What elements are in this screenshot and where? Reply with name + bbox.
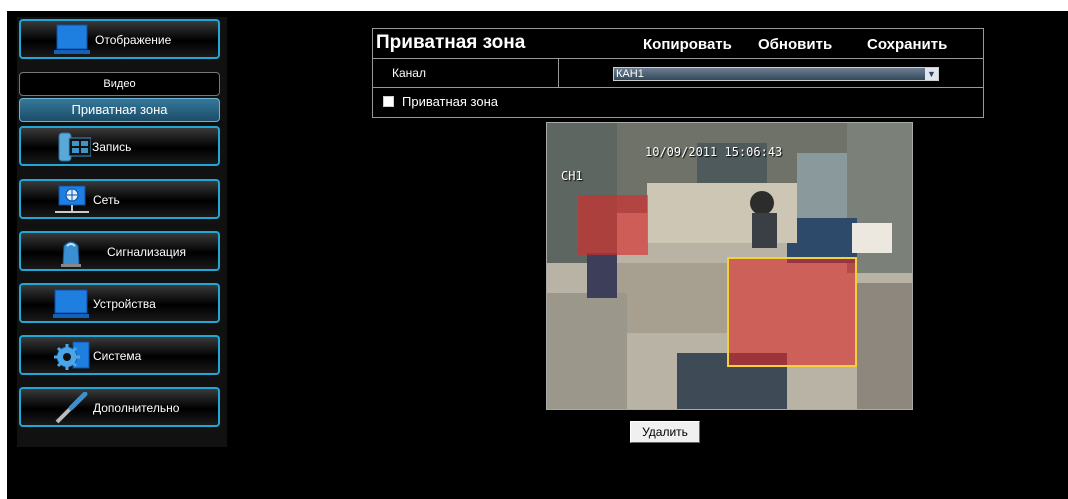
privacy-zone-checkbox[interactable] — [383, 96, 394, 107]
refresh-button[interactable]: Обновить — [758, 36, 832, 53]
sidebar-item-video[interactable]: Видео — [19, 72, 220, 96]
sidebar-item-label: Система — [93, 349, 142, 363]
channel-label: Канал — [392, 66, 426, 80]
page-title: Приватная зона — [376, 32, 526, 53]
sidebar-item-private-zone[interactable]: Приватная зона — [19, 98, 220, 122]
channel-row: Канал КАН1 ▼ — [372, 58, 984, 88]
sidebar-item-label: Сигнализация — [107, 245, 187, 259]
delete-button[interactable]: Удалить — [630, 421, 700, 443]
sidebar-item-label: Отображение — [95, 33, 172, 47]
sidebar: Отображение Видео Приватная зона Запись … — [17, 17, 227, 447]
network-icon — [55, 185, 89, 213]
sidebar-item-label: Дополнительно — [93, 401, 180, 415]
gear-icon — [54, 341, 90, 370]
copy-button[interactable]: Копировать — [643, 36, 732, 53]
osd-channel: CH1 — [561, 169, 583, 183]
sidebar-item-advanced[interactable]: Дополнительно — [19, 387, 220, 427]
channel-select[interactable]: КАН1 ▼ — [613, 67, 939, 81]
sidebar-item-system[interactable]: Система — [19, 335, 220, 375]
monitor-icon — [54, 24, 90, 54]
privacy-mask[interactable] — [578, 195, 648, 255]
privacy-mask-selected[interactable] — [727, 257, 857, 367]
alarm-siren-icon — [61, 241, 81, 267]
sidebar-item-record[interactable]: Запись — [19, 126, 220, 166]
device-screen-icon — [53, 289, 89, 318]
record-film-icon — [58, 132, 91, 162]
sidebar-item-devices[interactable]: Устройства — [19, 283, 220, 323]
chevron-down-icon[interactable]: ▼ — [925, 68, 938, 80]
sidebar-item-label: Устройства — [93, 297, 156, 311]
sidebar-item-label: Запись — [92, 140, 132, 154]
osd-timestamp: 10/09/2011 15:06:43 — [645, 145, 783, 159]
camera-preview[interactable]: 10/09/2011 15:06:43 CH1 — [546, 122, 913, 410]
privacy-toggle-row: Приватная зона — [372, 87, 984, 118]
row-divider — [558, 58, 559, 87]
panel-header: Приватная зона Копировать Обновить Сохра… — [372, 28, 984, 59]
save-button[interactable]: Сохранить — [867, 36, 947, 53]
channel-select-value: КАН1 — [616, 68, 644, 80]
sidebar-item-network[interactable]: Сеть — [19, 179, 220, 219]
private-zone-panel: Приватная зона Копировать Обновить Сохра… — [372, 28, 984, 125]
sidebar-item-label: Сеть — [93, 193, 120, 207]
sidebar-item-display[interactable]: Отображение — [19, 19, 220, 59]
screwdriver-icon — [55, 392, 88, 424]
sidebar-item-alarm[interactable]: Сигнализация — [19, 231, 220, 271]
privacy-zone-label: Приватная зона — [402, 94, 499, 109]
